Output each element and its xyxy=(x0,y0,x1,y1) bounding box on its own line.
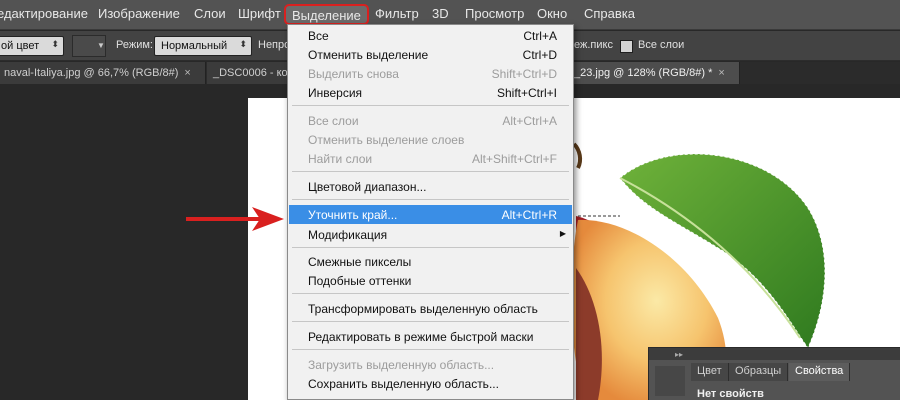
menu-separator xyxy=(292,293,569,294)
close-icon[interactable]: × xyxy=(718,67,724,79)
menu-item-find-layers: Найти слои Alt+Shift+Ctrl+F xyxy=(308,152,557,166)
menu-item-grow[interactable]: Смежные пикселы xyxy=(289,252,572,271)
menu-separator xyxy=(292,349,569,350)
tab-color[interactable]: Цвет xyxy=(691,363,729,381)
menu-item-modify[interactable]: Модификация ▶ xyxy=(289,225,572,244)
menu-item-quick-mask[interactable]: Редактировать в режиме быстрой маски xyxy=(289,327,572,346)
all-layers-label: Все слои xyxy=(638,39,685,51)
menu-item-inverse[interactable]: Инверсия Shift+Ctrl+I xyxy=(289,83,572,102)
mode-label: Режим: xyxy=(116,39,153,51)
menu-separator xyxy=(292,105,569,106)
menu-window[interactable]: Окно xyxy=(537,6,567,21)
all-layers-checkbox[interactable] xyxy=(620,40,633,53)
menu-item-deselect[interactable]: Отменить выделение Ctrl+D xyxy=(289,45,572,64)
no-properties-text: Нет свойств xyxy=(697,388,764,400)
properties-panel: ▸▸ Цвет Образцы Свойства Нет свойств xyxy=(648,347,900,400)
select-menu-dropdown: Все Ctrl+A Отменить выделение Ctrl+D Выд… xyxy=(287,24,574,400)
menu-item-color-range[interactable]: Цветовой диапазон... xyxy=(289,177,572,196)
menu-item-load-selection: Загрузить выделенную область... xyxy=(308,358,495,372)
menu-help[interactable]: Справка xyxy=(584,6,635,21)
adjacent-label: еж.пикс xyxy=(574,39,613,51)
tab-label: _23.jpg @ 128% (RGB/8#) * xyxy=(574,67,713,79)
chevron-down-icon[interactable]: ▼ xyxy=(97,41,105,50)
menu-layers[interactable]: Слои xyxy=(194,6,226,21)
tab-properties[interactable]: Свойства xyxy=(789,363,851,381)
blend-mode-select[interactable]: Нормальный ⬍ xyxy=(154,36,252,56)
collapse-icon[interactable]: ▸▸ xyxy=(675,350,683,359)
tab-label: _DSC0006 - ко xyxy=(213,67,288,79)
menu-item-deselect-layers: Отменить выделение слоев xyxy=(308,133,465,147)
menu-item-similar[interactable]: Подобные оттенки xyxy=(289,271,572,290)
tab-swatches[interactable]: Образцы xyxy=(729,363,789,381)
brush-icon[interactable] xyxy=(655,366,685,396)
menu-filter[interactable]: Фильтр xyxy=(375,6,419,21)
tab-label: naval-Italiya.jpg @ 66,7% (RGB/8#) xyxy=(4,67,179,79)
spinner-icon: ⬍ xyxy=(51,39,59,49)
menu-separator xyxy=(292,171,569,172)
submenu-arrow-icon: ▶ xyxy=(559,229,566,238)
menu-item-refine-edge[interactable]: Уточнить край... Alt+Ctrl+R xyxy=(289,205,572,224)
menu-separator xyxy=(292,247,569,248)
menu-3d[interactable]: 3D xyxy=(432,6,449,21)
menu-separator xyxy=(292,321,569,322)
close-icon[interactable]: × xyxy=(184,67,190,79)
color-mode-value: ой цвет xyxy=(1,40,40,52)
menu-item-all[interactable]: Все Ctrl+A xyxy=(289,26,572,45)
panel-header-strip: ▸▸ xyxy=(649,348,900,360)
tab-doc-1[interactable]: naval-Italiya.jpg @ 66,7% (RGB/8#) × xyxy=(0,62,206,84)
menu-edit[interactable]: едактирование xyxy=(0,6,88,21)
blend-mode-value: Нормальный xyxy=(161,40,228,52)
tab-doc-2[interactable]: _DSC0006 - ко xyxy=(207,62,289,84)
tab-doc-3[interactable]: _23.jpg @ 128% (RGB/8#) * × xyxy=(568,62,740,84)
menu-separator xyxy=(292,199,569,200)
menu-item-all-layers: Все слои Alt+Ctrl+A xyxy=(308,114,557,128)
menu-type[interactable]: Шрифт xyxy=(238,6,281,21)
menu-select[interactable]: Выделение xyxy=(284,4,369,25)
menu-item-save-selection[interactable]: Сохранить выделенную область... xyxy=(289,374,572,393)
menu-item-transform-selection[interactable]: Трансформировать выделенную область xyxy=(289,299,572,318)
red-arrow-icon xyxy=(186,207,284,231)
color-mode-select[interactable]: ой цвет ⬍ xyxy=(0,36,64,56)
menu-item-reselect: Выделить снова Shift+Ctrl+D xyxy=(308,67,557,81)
menu-image[interactable]: Изображение xyxy=(98,6,180,21)
menu-view[interactable]: Просмотр xyxy=(465,6,524,21)
spinner-icon: ⬍ xyxy=(239,39,247,49)
